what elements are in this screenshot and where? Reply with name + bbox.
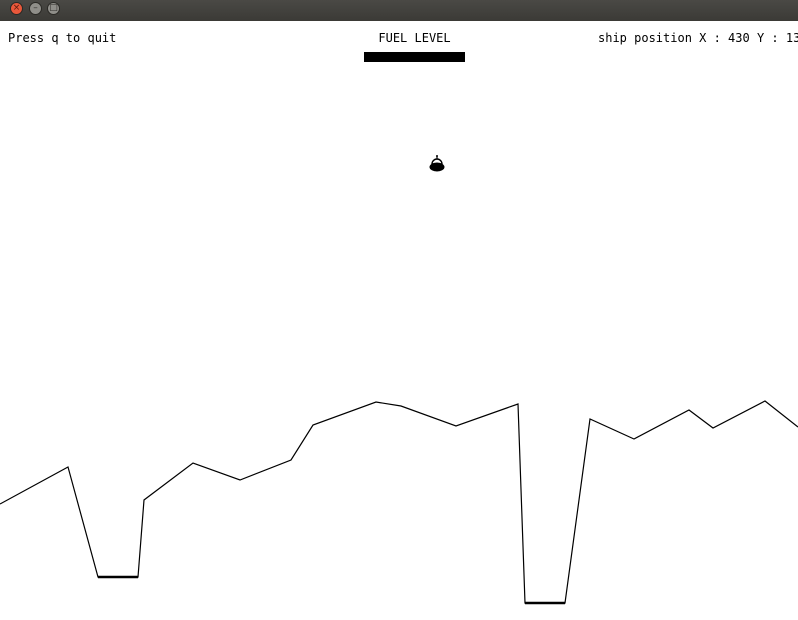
game-canvas[interactable]: Press q to quit FUEL LEVEL ship position… [0,21,798,620]
minimize-icon: – [33,3,38,13]
maximize-window-button[interactable]: □ [47,2,60,15]
window-titlebar: × – □ [0,0,798,21]
minimize-window-button[interactable]: – [29,2,42,15]
close-icon: × [12,3,21,13]
lander-icon [429,155,445,172]
maximize-icon: □ [49,3,58,13]
game-scene [0,155,798,605]
terrain-outline [0,400,798,604]
close-window-button[interactable]: × [10,2,23,15]
